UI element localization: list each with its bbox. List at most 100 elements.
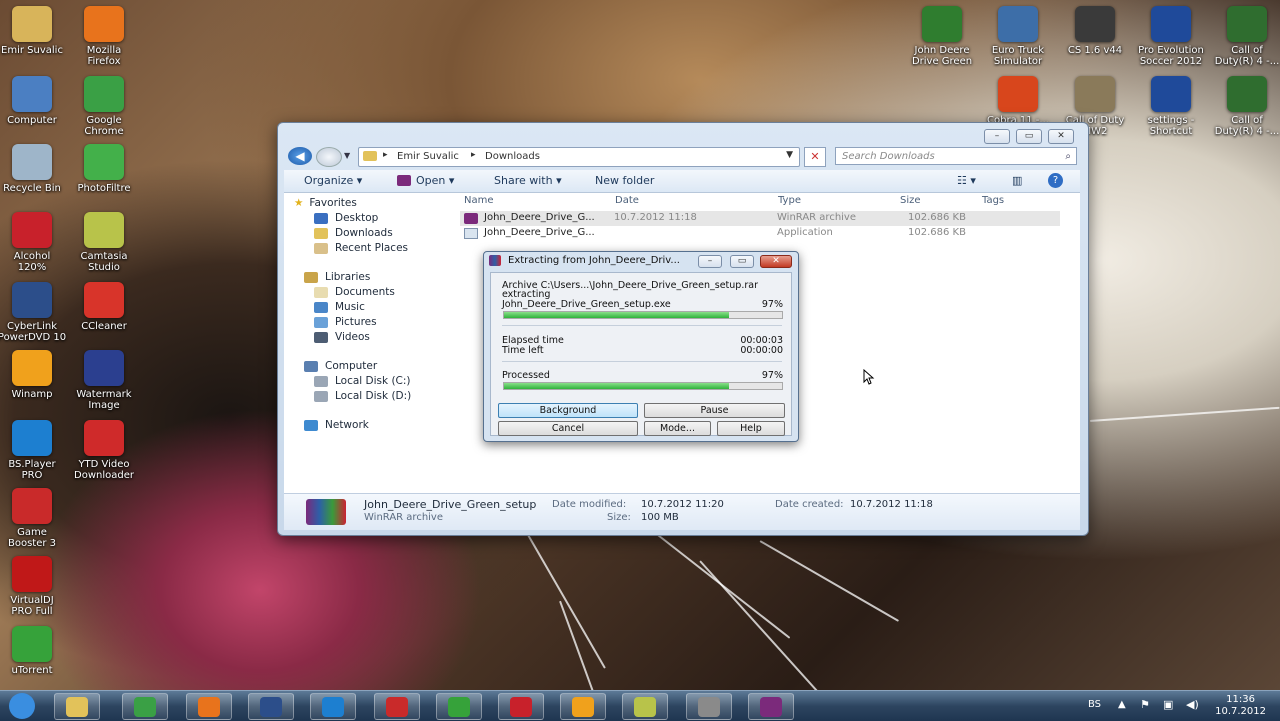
help-icon[interactable]: ? — [1048, 173, 1063, 188]
help-button[interactable]: Help — [717, 421, 785, 436]
mode-button[interactable]: Mode... — [644, 421, 711, 436]
forward-button[interactable] — [316, 147, 342, 167]
nav-music[interactable]: Music — [314, 301, 365, 313]
desktop-icon-winamp[interactable]: Winamp — [0, 350, 70, 400]
tray-expand-icon[interactable]: ▲ — [1118, 699, 1126, 710]
taskbar-ytd-button[interactable] — [686, 693, 732, 720]
desktop-icon-euro-truck[interactable]: Euro Truck Simulator — [980, 6, 1056, 67]
desktop-icon-watermark[interactable]: Watermark Image — [66, 350, 142, 411]
column-name[interactable]: Name — [464, 195, 494, 206]
address-dropdown-icon[interactable]: ▼ — [786, 150, 793, 160]
nav-libraries[interactable]: Libraries — [304, 271, 370, 283]
desktop-icon-pes[interactable]: Pro Evolution Soccer 2012 — [1133, 6, 1209, 67]
pause-button[interactable]: Pause — [644, 403, 785, 418]
column-date[interactable]: Date — [615, 195, 639, 206]
desktop-icon-utorrent[interactable]: uTorrent — [0, 626, 70, 676]
taskbar-explorer-folder-button[interactable] — [54, 693, 100, 720]
nav-favorites[interactable]: ★ Favorites — [294, 197, 357, 209]
nav-desktop[interactable]: Desktop — [314, 212, 378, 224]
nav-documents[interactable]: Documents — [314, 286, 395, 298]
desktop-icon-counter-strike[interactable]: CS 1.6 v44 — [1057, 6, 1133, 56]
breadcrumb-user[interactable]: Emir Suvalic — [397, 151, 459, 162]
desktop-icon-chrome[interactable]: Google Chrome — [66, 76, 142, 137]
file-progress-fill — [504, 312, 730, 318]
nav-downloads[interactable]: Downloads — [314, 227, 393, 239]
taskbar-firefox-button[interactable] — [186, 693, 232, 720]
volume-icon[interactable]: ◀) — [1186, 698, 1199, 711]
desktop-icon-camtasia[interactable]: Camtasia Studio — [66, 212, 142, 273]
share-with-button[interactable]: Share with ▾ — [494, 174, 562, 187]
breadcrumb-downloads[interactable]: Downloads — [485, 151, 540, 162]
refresh-stop-button[interactable]: ✕ — [804, 147, 826, 167]
taskbar-utorrent-button[interactable] — [436, 693, 482, 720]
desktop-icon-label: Call of Duty(R) 4 -... — [1214, 45, 1280, 67]
desktop-icon-ytd[interactable]: YTD Video Downloader — [66, 420, 142, 481]
desktop-icon-cod4[interactable]: Call of Duty(R) 4 -... — [1209, 6, 1280, 67]
winrar-extract-dialog[interactable]: Extracting from John_Deere_Driv... – ▭ ✕… — [483, 251, 799, 442]
desktop-icon-bsplayer[interactable]: BS.Player PRO — [0, 420, 70, 481]
view-options-icon[interactable]: ☷ ▾ — [957, 174, 976, 187]
desktop-icon-firefox[interactable]: Mozilla Firefox — [66, 6, 142, 67]
desktop-icon-pes-settings[interactable]: settings - Shortcut — [1133, 76, 1209, 137]
taskbar-camtasia-button[interactable] — [622, 693, 668, 720]
taskbar-winamp-button[interactable] — [560, 693, 606, 720]
nav-disk-d[interactable]: Local Disk (D:) — [314, 390, 411, 402]
nav-pictures[interactable]: Pictures — [314, 316, 377, 328]
system-clock[interactable]: 11:36 10.7.2012 — [1215, 694, 1266, 718]
taskbar-chrome-button[interactable] — [122, 693, 168, 720]
new-folder-button[interactable]: New folder — [595, 174, 654, 187]
history-dropdown-icon[interactable]: ▼ — [344, 151, 350, 160]
taskbar-bsplayer-button[interactable] — [310, 693, 356, 720]
taskbar-start-orb-button[interactable] — [4, 692, 40, 719]
nav-disk-c[interactable]: Local Disk (C:) — [314, 375, 411, 387]
desktop-icon-powerdvd[interactable]: CyberLink PowerDVD 10 — [0, 282, 70, 343]
dialog-maximize-button[interactable]: ▭ — [730, 255, 754, 268]
nav-recent-places[interactable]: Recent Places — [314, 242, 408, 254]
flag-icon[interactable]: ⚑ — [1140, 698, 1150, 711]
desktop-icon-computer[interactable]: Computer — [0, 76, 70, 126]
close-button[interactable]: ✕ — [1048, 129, 1074, 144]
desktop-icon-alcohol[interactable]: Alcohol 120% — [0, 212, 70, 273]
recent-places-icon — [314, 242, 328, 254]
desktop-icon-game-booster[interactable]: Game Booster 3 — [0, 488, 70, 549]
search-input[interactable]: Search Downloads ⌕ — [835, 147, 1077, 165]
desktop-icon-virtualdj[interactable]: VirtualDJ PRO Full — [0, 556, 70, 617]
desktop-icon-cobra11[interactable]: Cobra 11 -... — [980, 76, 1056, 126]
column-type[interactable]: Type — [778, 195, 801, 206]
back-button[interactable]: ◀ — [288, 147, 312, 165]
taskbar-alcohol-button[interactable] — [498, 693, 544, 720]
taskbar-winrar-button[interactable] — [748, 693, 794, 720]
desktop-icon-ccleaner[interactable]: CCleaner — [66, 282, 142, 332]
desktop-icon-recycle-bin[interactable]: Recycle Bin — [0, 144, 70, 194]
network-tray-icon[interactable]: ▣ — [1163, 698, 1173, 711]
preview-pane-icon[interactable]: ▥ — [1012, 174, 1022, 187]
open-button[interactable]: Open ▾ — [416, 174, 454, 187]
desktop-icon-photofiltre[interactable]: PhotoFiltre — [66, 144, 142, 194]
desktop-icon-label: Recycle Bin — [3, 183, 61, 194]
nav-computer[interactable]: Computer — [304, 360, 377, 372]
desktop-icon-drive-game[interactable]: John Deere Drive Green — [904, 6, 980, 67]
column-size[interactable]: Size — [900, 195, 921, 206]
nav-videos[interactable]: Videos — [314, 331, 370, 343]
column-tags[interactable]: Tags — [982, 195, 1004, 206]
taskbar-game-booster-button[interactable] — [374, 693, 420, 720]
maximize-button[interactable]: ▭ — [1016, 129, 1042, 144]
language-indicator[interactable]: BS — [1088, 699, 1101, 710]
address-bar[interactable]: ▸ Emir Suvalic ▸ Downloads ▼ — [358, 147, 800, 167]
taskbar-powerdvd-button[interactable] — [248, 693, 294, 720]
desktop-icon-user-folder[interactable]: Emir Suvalic — [0, 6, 70, 56]
desktop-icon-cod4[interactable]: Call of Duty(R) 4 -... — [1209, 76, 1280, 137]
background-button[interactable]: Background — [498, 403, 638, 418]
nav-network[interactable]: Network — [304, 419, 369, 431]
dialog-minimize-button[interactable]: – — [698, 255, 722, 268]
processed-progress-fill — [504, 383, 730, 389]
cancel-button[interactable]: Cancel — [498, 421, 638, 436]
wallpaper-whisker — [559, 600, 609, 690]
wallpaper-whisker — [519, 520, 606, 669]
details-size: 100 MB — [641, 512, 679, 523]
file-row-archive[interactable]: John_Deere_Drive_G... 10.7.2012 11:18 Wi… — [460, 211, 1060, 226]
dialog-close-button[interactable]: ✕ — [760, 255, 792, 268]
file-row-application[interactable]: John_Deere_Drive_G... Application 102.68… — [460, 226, 1060, 241]
minimize-button[interactable]: – — [984, 129, 1010, 144]
organize-button[interactable]: Organize ▾ — [304, 174, 362, 187]
